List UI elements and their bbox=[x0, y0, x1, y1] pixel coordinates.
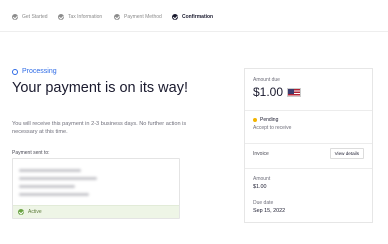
check-circle-icon bbox=[18, 209, 24, 215]
page-title: Your payment is on its way! bbox=[12, 80, 188, 96]
step-label: Payment Method bbox=[124, 14, 162, 20]
invoice-row: Invoice View details bbox=[245, 148, 372, 159]
pending-sublabel: Accept to receive bbox=[253, 125, 292, 131]
amount-value: $1.00 bbox=[253, 184, 267, 190]
divider bbox=[245, 168, 372, 169]
payment-confirmation-page: Get Started Tax Information Payment Meth… bbox=[0, 0, 388, 244]
us-flag-icon bbox=[287, 87, 302, 97]
payment-description: You will receive this payment in 2-3 bus… bbox=[12, 121, 187, 135]
amount-label: Amount bbox=[253, 176, 271, 182]
invoice-label: Invoice bbox=[253, 150, 269, 157]
payment-status-section: Pending Accept to receive bbox=[245, 117, 372, 131]
due-date-label: Due date bbox=[253, 200, 274, 206]
check-circle-icon bbox=[114, 14, 120, 20]
processing-status: Processing bbox=[12, 68, 57, 75]
redacted-text bbox=[19, 185, 75, 188]
checkout-stepper: Get Started Tax Information Payment Meth… bbox=[0, 0, 388, 32]
redacted-text bbox=[19, 177, 97, 180]
step-payment-method[interactable]: Payment Method bbox=[114, 12, 162, 22]
check-circle-icon bbox=[172, 14, 178, 20]
amount-due-label: Amount due bbox=[253, 77, 280, 83]
check-circle-icon bbox=[12, 14, 18, 20]
redacted-text bbox=[19, 193, 89, 196]
amount-section: Amount $1.00 bbox=[245, 176, 372, 190]
payment-summary-panel: Amount due $1.00 Pending Accept to recei… bbox=[244, 68, 373, 223]
step-label: Confirmation bbox=[182, 14, 214, 20]
check-circle-icon bbox=[58, 14, 64, 20]
pending-label: Pending bbox=[260, 117, 279, 123]
step-get-started[interactable]: Get Started bbox=[12, 12, 48, 22]
recipient-status-label: Active bbox=[28, 209, 42, 215]
step-label: Tax Information bbox=[68, 14, 103, 20]
status-label: Processing bbox=[22, 68, 57, 75]
recipient-status: Active bbox=[13, 205, 179, 218]
recipient-card: Active bbox=[12, 158, 180, 219]
amount-due-value: $1.00 bbox=[253, 85, 284, 99]
view-details-button[interactable]: View details bbox=[329, 148, 364, 159]
step-tax-information[interactable]: Tax Information bbox=[58, 12, 102, 22]
step-label: Get Started bbox=[22, 14, 48, 20]
amount-due-section: Amount due $1.00 bbox=[245, 77, 372, 99]
payment-sent-to-label: Payment sent to: bbox=[12, 150, 50, 156]
processing-icon bbox=[12, 68, 18, 75]
pending-status-icon bbox=[253, 118, 257, 122]
divider bbox=[245, 110, 372, 111]
divider bbox=[245, 143, 372, 144]
redacted-text bbox=[19, 169, 81, 172]
due-date-value: Sep 15, 2022 bbox=[253, 208, 286, 214]
step-confirmation[interactable]: Confirmation bbox=[172, 12, 213, 22]
due-date-section: Due date Sep 15, 2022 bbox=[245, 200, 372, 214]
